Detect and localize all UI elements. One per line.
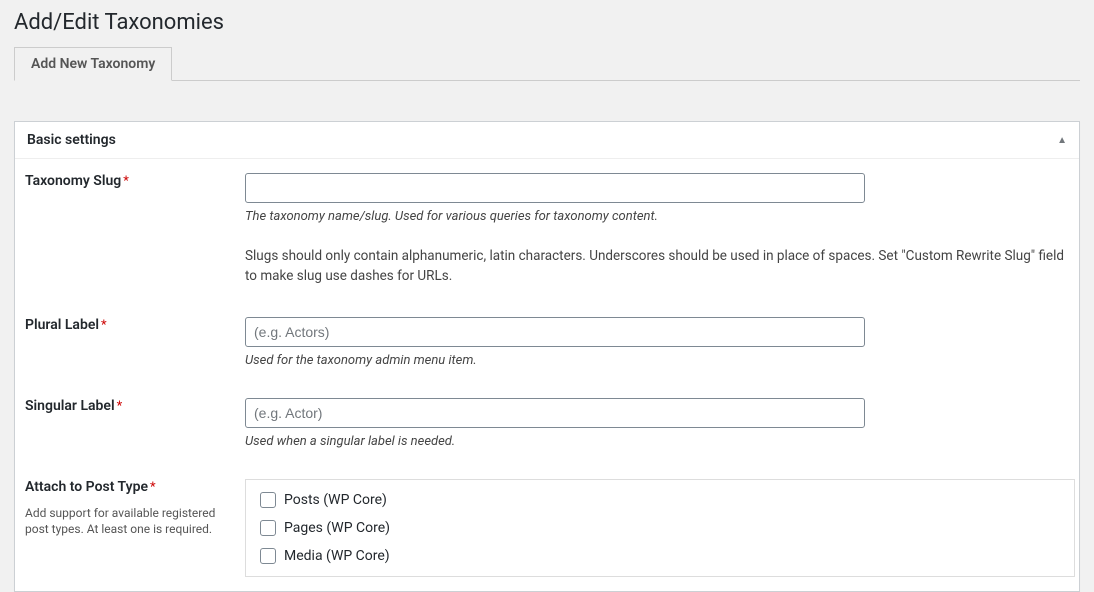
panel-title: Basic settings — [27, 132, 116, 148]
attach-label: Attach to Post Type — [25, 479, 148, 495]
row-taxonomy-slug: Taxonomy Slug* The taxonomy name/slug. U… — [25, 173, 1069, 287]
tab-add-new-taxonomy[interactable]: Add New Taxonomy — [14, 47, 172, 81]
attach-checkbox-group: Posts (WP Core) Pages (WP Core) Media (W… — [245, 479, 1075, 577]
singular-label-input[interactable] — [245, 398, 865, 428]
attach-checkbox-posts[interactable] — [260, 492, 276, 508]
row-singular-label: Singular Label* Used when a singular lab… — [25, 398, 1069, 449]
required-mark: * — [101, 318, 107, 333]
attach-option-posts[interactable]: Posts (WP Core) — [260, 492, 1060, 508]
plural-label-input[interactable] — [245, 317, 865, 347]
singular-label-label: Singular Label — [25, 398, 115, 414]
attach-sublabel: Add support for available registered pos… — [25, 505, 235, 539]
singular-label-help: Used when a singular label is needed. — [245, 434, 1069, 449]
attach-option-pages[interactable]: Pages (WP Core) — [260, 520, 1060, 536]
row-plural-label: Plural Label* Used for the taxonomy admi… — [25, 317, 1069, 368]
attach-option-label: Posts (WP Core) — [284, 492, 387, 508]
attach-checkbox-media[interactable] — [260, 548, 276, 564]
taxonomy-slug-input[interactable] — [245, 173, 865, 203]
collapse-icon[interactable]: ▲ — [1057, 135, 1067, 146]
taxonomy-slug-help-extra: Slugs should only contain alphanumeric, … — [245, 246, 1065, 287]
panel-header[interactable]: Basic settings ▲ — [15, 122, 1079, 159]
basic-settings-panel: Basic settings ▲ Taxonomy Slug* The taxo… — [14, 121, 1080, 592]
attach-option-media[interactable]: Media (WP Core) — [260, 548, 1060, 564]
taxonomy-slug-label: Taxonomy Slug — [25, 173, 121, 189]
taxonomy-slug-help: The taxonomy name/slug. Used for various… — [245, 209, 1069, 224]
panel-body: Taxonomy Slug* The taxonomy name/slug. U… — [15, 159, 1079, 591]
row-attach-post-type: Attach to Post Type* Add support for ava… — [25, 479, 1069, 577]
required-mark: * — [117, 399, 123, 414]
attach-option-label: Media (WP Core) — [284, 548, 390, 564]
required-mark: * — [150, 480, 156, 495]
required-mark: * — [123, 174, 129, 189]
attach-checkbox-pages[interactable] — [260, 520, 276, 536]
page-title: Add/Edit Taxonomies — [14, 10, 1080, 35]
attach-option-label: Pages (WP Core) — [284, 520, 390, 536]
tabs-row: Add New Taxonomy — [14, 47, 1080, 81]
plural-label-help: Used for the taxonomy admin menu item. — [245, 353, 1069, 368]
plural-label-label: Plural Label — [25, 317, 99, 333]
